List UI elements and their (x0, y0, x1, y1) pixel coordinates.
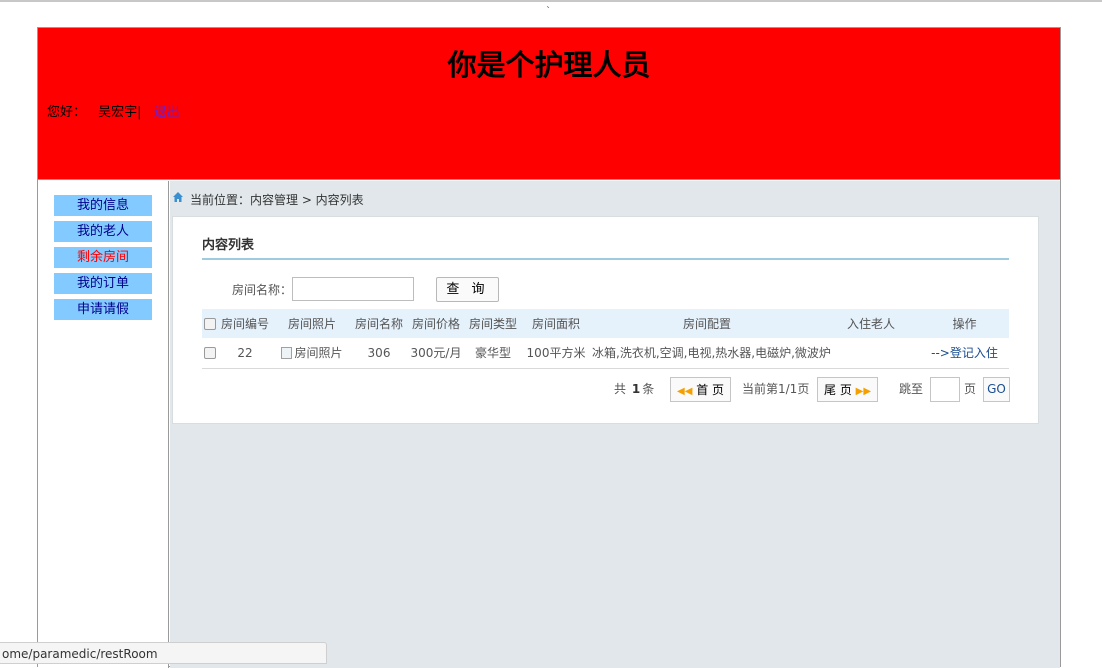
register-checkin-link[interactable]: -->登记入住 (931, 346, 998, 360)
room-photo-image: 房间照片 (281, 344, 343, 361)
col-room-name: 房间名称 (352, 309, 406, 338)
col-action: 操作 (920, 309, 1009, 338)
search-button[interactable]: 查 询 (436, 277, 499, 302)
search-label: 房间名称： (232, 283, 293, 297)
stray-mark: ` (546, 6, 551, 17)
cell-room-id: 22 (218, 338, 272, 369)
total-prefix: 共 (614, 382, 627, 396)
first-page-button[interactable]: ◀◀ 首 页 (670, 377, 732, 402)
room-photo-alt: 房间照片 (294, 346, 343, 360)
sidebar-item-my-info[interactable]: 我的信息 (54, 195, 152, 216)
content-panel: 内容列表 房间名称： 查 询 房间编号 房间照片 房间名称 房间价格 房间类型 … (172, 216, 1039, 424)
col-room-area: 房间面积 (520, 309, 592, 338)
total-number: 1 (631, 382, 641, 396)
col-room-id: 房间编号 (218, 309, 272, 338)
user-greeting: 您好： 吴宏宇| 退出 (47, 101, 180, 120)
room-table: 房间编号 房间照片 房间名称 房间价格 房间类型 房间面积 房间配置 入住老人 … (202, 309, 1009, 369)
home-icon (173, 192, 183, 202)
table-row: 22 房间照片 306 300元/月 豪华型 100平方米 冰箱,洗衣机,空调,… (202, 338, 1009, 369)
top-border (0, 0, 1102, 2)
first-page-label: 首 页 (696, 383, 725, 397)
sidebar-item-leave-request[interactable]: 申请请假 (54, 299, 152, 320)
col-room-config: 房间配置 (592, 309, 822, 338)
double-right-arrow-icon: ▶▶ (855, 386, 872, 397)
last-page-button[interactable]: 尾 页 ▶▶ (817, 377, 879, 402)
pagination: 共 1条 ◀◀ 首 页 当前第1/1页 尾 页 ▶▶ 跳至 页 GO (173, 377, 1040, 403)
cell-room-type: 豪华型 (466, 338, 520, 369)
page-jump-input[interactable] (930, 377, 960, 402)
user-name: 吴宏宇| (98, 105, 142, 120)
total-suffix: 条 (642, 382, 655, 396)
total-count: 共 1条 (614, 377, 654, 402)
col-elder: 入住老人 (822, 309, 920, 338)
sidebar-item-my-orders[interactable]: 我的订单 (54, 273, 152, 294)
cell-room-name: 306 (352, 338, 406, 369)
page-title: 你是个护理人员 (447, 48, 651, 82)
cell-room-price: 300元/月 (406, 338, 466, 369)
cell-room-config: 冰箱,洗衣机,空调,电视,热水器,电磁炉,微波炉 (592, 338, 831, 369)
sidebar-item-remaining-rooms[interactable]: 剩余房间 (54, 247, 152, 268)
page-unit-label: 页 (964, 382, 977, 396)
row-checkbox[interactable] (204, 347, 216, 360)
col-room-price: 房间价格 (406, 309, 466, 338)
cell-room-area: 100平方米 (520, 338, 592, 369)
cell-elder (822, 338, 920, 369)
broken-image-icon (281, 346, 293, 359)
panel-title: 内容列表 (202, 238, 255, 253)
current-page: 当前第1/1页 (742, 382, 810, 396)
col-room-type: 房间类型 (466, 309, 520, 338)
status-bar-url: ome/paramedic/restRoom (0, 642, 327, 664)
greeting-label: 您好： (47, 105, 87, 120)
last-page-label: 尾 页 (824, 383, 852, 397)
select-all-checkbox[interactable] (204, 318, 216, 330)
room-name-input[interactable] (292, 277, 414, 301)
sidebar: 我的信息 我的老人 剩余房间 我的订单 申请请假 (38, 181, 169, 668)
panel-divider (202, 258, 1009, 260)
table-header-row: 房间编号 房间照片 房间名称 房间价格 房间类型 房间面积 房间配置 入住老人 … (202, 309, 1009, 338)
sidebar-item-my-elders[interactable]: 我的老人 (54, 221, 152, 242)
go-button[interactable]: GO (983, 377, 1010, 402)
logout-link[interactable]: 退出 (154, 105, 180, 120)
col-room-photo: 房间照片 (272, 309, 352, 338)
breadcrumb-text: 当前位置：内容管理 > 内容列表 (190, 193, 364, 207)
main-content: 当前位置：内容管理 > 内容列表 内容列表 房间名称： 查 询 房间编号 房间照 (170, 181, 1060, 668)
jump-label: 跳至 (899, 382, 924, 396)
app-frame: 你是个护理人员 您好： 吴宏宇| 退出 我的信息 我的老人 剩余房间 我的订单 … (37, 27, 1061, 668)
page-header: 你是个护理人员 您好： 吴宏宇| 退出 (38, 28, 1060, 180)
double-left-arrow-icon: ◀◀ (677, 386, 693, 397)
